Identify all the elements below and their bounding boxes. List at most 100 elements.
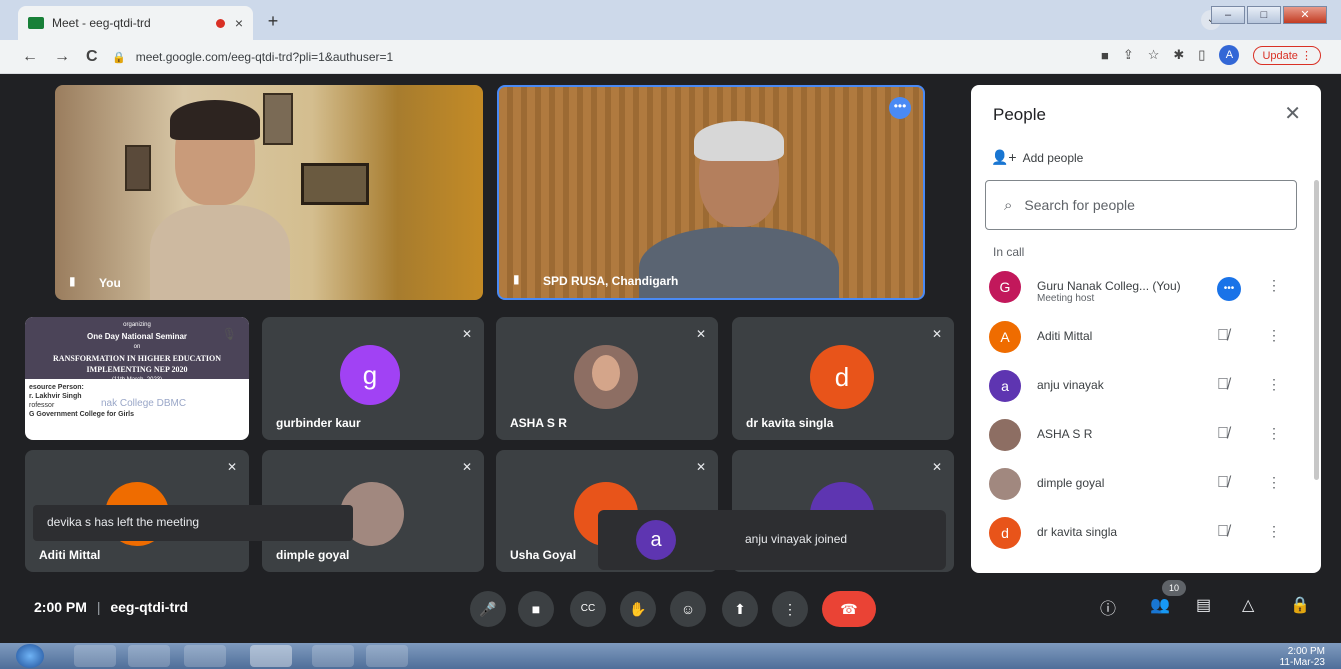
maximize-button[interactable]: □ xyxy=(1247,6,1281,24)
kebab-menu-icon[interactable]: ⋮ xyxy=(1267,327,1281,344)
recording-dot-icon xyxy=(215,18,225,28)
pin-icon: ▮ xyxy=(513,272,520,286)
more-options-icon[interactable]: ••• xyxy=(889,97,911,119)
meet-favicon-icon xyxy=(28,17,44,29)
chat-icon[interactable]: ▤ xyxy=(1196,595,1211,615)
wall-frame xyxy=(301,163,369,205)
left-meeting-toast: devika s has left the meeting xyxy=(33,505,353,541)
muted-mic-icon: 🎙̸ xyxy=(1217,376,1229,393)
window-controls: – □ ✕ xyxy=(1211,6,1327,24)
participant-row[interactable]: dimple goyal 🎙̸ ⋮ xyxy=(971,462,1307,510)
people-icon[interactable]: 👥 xyxy=(1150,595,1170,615)
kebab-menu-icon[interactable]: ⋮ xyxy=(1267,523,1281,540)
camera-icon[interactable]: ■ xyxy=(518,591,554,627)
app-icon[interactable] xyxy=(366,645,408,667)
tab-close-button[interactable]: × xyxy=(235,15,243,31)
more-options-icon[interactable]: ⋮ xyxy=(772,591,808,627)
window-close-button[interactable]: ✕ xyxy=(1283,6,1327,24)
muted-mic-icon: ✕ xyxy=(695,460,706,474)
update-button[interactable]: Update ⋮ xyxy=(1253,45,1321,65)
video-tile-gurbinder[interactable]: g ✕ gurbinder kaur xyxy=(262,317,484,440)
camera-app-icon[interactable] xyxy=(312,645,354,667)
joined-text: anju vinayak joined xyxy=(745,532,848,546)
avatar: a xyxy=(989,370,1021,402)
kebab-menu-icon[interactable]: ⋮ xyxy=(1267,425,1281,442)
camera-icon[interactable]: ■ xyxy=(1101,48,1109,63)
tile-name: Usha Goyal xyxy=(510,548,577,562)
participant-row[interactable]: ASHA S R 🎙̸ ⋮ xyxy=(971,413,1307,461)
kebab-menu-icon[interactable]: ⋮ xyxy=(1267,376,1281,393)
start-button[interactable] xyxy=(16,644,44,668)
info-icon[interactable]: ⓘ xyxy=(1100,595,1116,619)
muted-mic-icon: ✕ xyxy=(931,327,942,341)
new-tab-button[interactable]: + xyxy=(262,10,284,32)
participant-row[interactable]: G Guru Nanak Colleg... (You) Meeting hos… xyxy=(971,265,1307,313)
search-input[interactable]: ⌕ Search for people xyxy=(985,180,1297,230)
share-icon[interactable]: ⇪ xyxy=(1123,47,1134,63)
avatar xyxy=(989,419,1021,451)
video-tile-kavita[interactable]: d ✕ dr kavita singla xyxy=(732,317,954,440)
muted-mic-icon: 🎙̸ xyxy=(1217,425,1229,442)
folder-icon[interactable] xyxy=(128,645,170,667)
search-icon: ⌕ xyxy=(1004,196,1013,214)
participant-row[interactable]: A Aditi Mittal 🎙̸ ⋮ xyxy=(971,315,1307,363)
muted-mic-icon: 🎙̸ xyxy=(1217,523,1229,540)
clock-time: 2:00 PM xyxy=(1287,646,1325,657)
participant-name: Guru Nanak Colleg... (You) xyxy=(1037,279,1181,293)
end-call-button[interactable]: ☎ xyxy=(822,591,876,627)
video-tile-spd-rusa[interactable]: ••• ▮ SPD RUSA, Chandigarh xyxy=(497,85,925,300)
you-label: (You) xyxy=(1152,279,1181,293)
host-controls-icon[interactable]: 🔒 xyxy=(1290,595,1310,615)
participant-name: Aditi Mittal xyxy=(1037,329,1093,343)
browser-tab[interactable]: Meet - eeg-qtdi-trd × xyxy=(18,6,253,40)
tile-name: You xyxy=(99,276,121,290)
clock-date: 11-Mar-23 xyxy=(1279,657,1325,668)
meeting-info: 2:00 PM | eeg-qtdi-trd xyxy=(34,599,188,615)
video-tile-you[interactable]: ▮ You xyxy=(55,85,483,300)
muted-mic-icon: ✕ xyxy=(931,460,942,474)
muted-mic-icon: ✕ xyxy=(695,327,706,341)
scrollbar[interactable] xyxy=(1314,180,1319,480)
participant-row[interactable]: a anju vinayak 🎙̸ ⋮ xyxy=(971,364,1307,412)
back-button[interactable]: ← xyxy=(22,48,38,66)
participant-row[interactable]: d dr kavita singla 🎙̸ ⋮ xyxy=(971,511,1307,559)
avatar xyxy=(574,345,638,409)
activities-icon[interactable]: △ xyxy=(1242,595,1254,615)
profile-avatar[interactable]: A xyxy=(1219,45,1240,65)
tile-name: dr kavita singla xyxy=(746,416,834,430)
present-icon[interactable]: ⬆ xyxy=(722,591,758,627)
close-icon[interactable]: ✕ xyxy=(1284,101,1301,126)
minimize-button[interactable]: – xyxy=(1211,6,1245,24)
presentation-tile[interactable]: organizing One Day National Seminar on R… xyxy=(25,317,249,440)
more-options-icon[interactable]: ••• xyxy=(1217,277,1241,301)
extensions-icon[interactable]: ✱ xyxy=(1173,47,1184,63)
muted-mic-icon: ✕ xyxy=(226,460,237,474)
slide-text: RANSFORMATION IN HIGHER EDUCATION xyxy=(53,354,221,363)
captions-icon[interactable]: CC xyxy=(570,591,606,627)
star-icon[interactable]: ☆ xyxy=(1148,47,1160,63)
outlook-icon[interactable] xyxy=(184,645,226,667)
raise-hand-icon[interactable]: ✋ xyxy=(620,591,656,627)
avatar: g xyxy=(340,345,400,405)
forward-button[interactable]: → xyxy=(54,48,70,66)
chrome-icon[interactable] xyxy=(250,645,292,667)
muted-mic-icon: 🎙 xyxy=(221,327,237,341)
host-label: Meeting host xyxy=(1037,293,1095,304)
url-field[interactable]: 🔒 meet.google.com/eeg-qtdi-trd?pli=1&aut… xyxy=(112,46,1052,68)
reload-button[interactable]: C xyxy=(86,48,98,66)
avatar: A xyxy=(989,321,1021,353)
people-panel: People ✕ 👤+ Add people ⌕ Search for peopl… xyxy=(971,85,1321,573)
sidebar-icon[interactable]: ▯ xyxy=(1198,47,1205,63)
add-people-button[interactable]: 👤+ Add people xyxy=(991,149,1083,166)
tile-name: SPD RUSA, Chandigarh xyxy=(543,274,679,288)
participant-name-text: Guru Nanak Colleg... xyxy=(1037,279,1150,293)
wall-frame xyxy=(125,145,151,191)
ie-icon[interactable] xyxy=(74,645,116,667)
mic-icon[interactable]: 🎤 xyxy=(470,591,506,627)
browser-toolbar-icons: ■ ⇪ ☆ ✱ ▯ A Update ⋮ xyxy=(1101,45,1321,65)
emoji-icon[interactable]: ☺ xyxy=(670,591,706,627)
video-tile-asha[interactable]: ✕ ASHA S R xyxy=(496,317,718,440)
kebab-menu-icon[interactable]: ⋮ xyxy=(1267,277,1281,294)
kebab-menu-icon[interactable]: ⋮ xyxy=(1267,474,1281,491)
meeting-code: eeg-qtdi-trd xyxy=(110,599,189,615)
